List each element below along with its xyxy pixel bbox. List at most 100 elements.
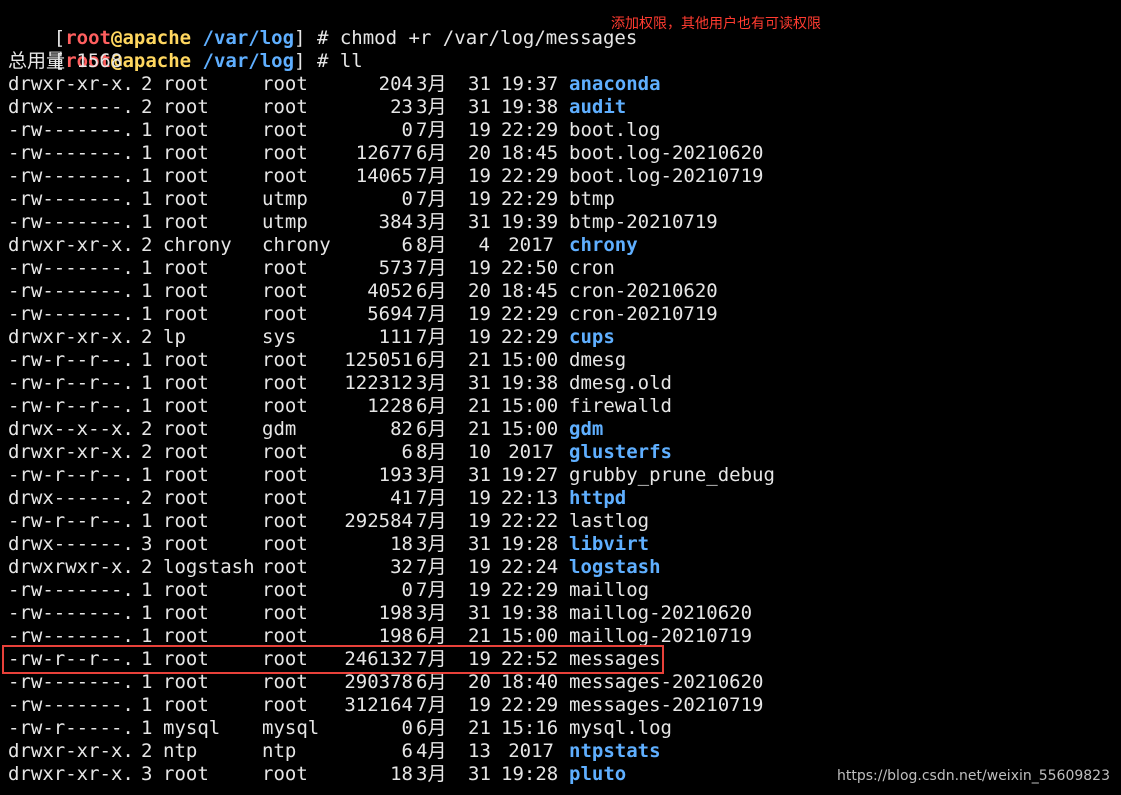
prompt-line-ll: [root@apache /var/log] # ll: [8, 27, 363, 72]
prompt-close-bracket: ]: [294, 50, 306, 72]
file-links-cell: 2: [141, 556, 153, 578]
file-name-cell: lastlog: [569, 510, 650, 532]
file-perm-cell: drwxr-xr-x.: [8, 441, 134, 463]
file-links-cell: 2: [141, 441, 153, 463]
file-size-cell: 14065: [355, 165, 413, 187]
listing-row-boot-log: -rw-------. 1 root root 0 7月 19 22:29 boot.log: [8, 119, 1108, 142]
file-group-cell: root: [262, 625, 308, 647]
listing-row-cron-20210719: -rw-------. 1 root root 5694 7月 19 22:29 cron-20…: [8, 303, 1108, 326]
file-group-cell: root: [262, 579, 308, 601]
file-time-cell: 19:38: [501, 96, 559, 118]
file-owner-cell: chrony: [163, 234, 232, 256]
file-size-cell: 32: [390, 556, 413, 578]
file-perm-cell: drwxr-xr-x.: [8, 740, 134, 762]
file-day-cell: 19: [468, 326, 491, 348]
file-owner-cell: logstash: [163, 556, 255, 578]
file-size-cell: 573: [378, 257, 413, 279]
file-time-cell: 2017: [508, 234, 554, 256]
listing-row-cups: drwxr-xr-x. 2 lp sys 111 7月 19 22:29 cups: [8, 326, 1108, 349]
file-links-cell: 1: [141, 303, 153, 325]
file-perm-cell: drwxr-xr-x.: [8, 326, 134, 348]
file-owner-cell: root: [163, 648, 209, 670]
file-time-cell: 19:38: [501, 602, 559, 624]
file-month-cell: 8月: [416, 441, 447, 463]
file-time-cell: 2017: [508, 441, 554, 463]
file-size-cell: 193: [378, 464, 413, 486]
file-name-cell: libvirt: [569, 533, 650, 555]
file-time-cell: 22:29: [501, 579, 559, 601]
file-group-cell: ntp: [262, 740, 297, 762]
file-group-cell: root: [262, 73, 308, 95]
file-size-cell: 41: [390, 487, 413, 509]
listing-row-ntpstats: drwxr-xr-x. 2 ntp ntp 6 4月 13 2017 ntpstats: [8, 740, 1108, 763]
listing-row-mysql-log: -rw-r-----. 1 mysql mysql 0 6月 21 15:16 mysql.lo…: [8, 717, 1108, 740]
file-month-cell: 3月: [416, 602, 447, 624]
file-group-cell: sys: [262, 326, 297, 348]
file-size-cell: 0: [401, 188, 413, 210]
file-day-cell: 19: [468, 188, 491, 210]
file-name-cell: ntpstats: [569, 740, 661, 762]
file-owner-cell: lp: [163, 326, 186, 348]
file-size-cell: 246132: [344, 648, 413, 670]
file-time-cell: 19:38: [501, 372, 559, 394]
file-name-cell: boot.log: [569, 119, 661, 141]
file-time-cell: 22:52: [501, 648, 559, 670]
file-day-cell: 13: [468, 740, 491, 762]
file-day-cell: 31: [468, 533, 491, 555]
file-owner-cell: root: [163, 763, 209, 785]
file-links-cell: 1: [141, 372, 153, 394]
file-links-cell: 2: [141, 326, 153, 348]
listing-row-messages-20210620: -rw-------. 1 root root 290378 6月 20 18:40 messa…: [8, 671, 1108, 694]
file-day-cell: 19: [468, 119, 491, 141]
file-perm-cell: drwx------.: [8, 487, 134, 509]
file-group-cell: root: [262, 694, 308, 716]
file-size-cell: 6: [401, 441, 413, 463]
file-month-cell: 7月: [416, 648, 447, 670]
file-time-cell: 19:28: [501, 533, 559, 555]
file-month-cell: 6月: [416, 625, 447, 647]
file-size-cell: 198: [378, 602, 413, 624]
file-day-cell: 19: [468, 579, 491, 601]
file-time-cell: 22:22: [501, 510, 559, 532]
file-owner-cell: root: [163, 533, 209, 555]
listing-row-maillog: -rw-------. 1 root root 0 7月 19 22:29 maillog: [8, 579, 1108, 602]
file-perm-cell: -rw-------.: [8, 257, 134, 279]
file-perm-cell: -rw-r--r--.: [8, 510, 134, 532]
file-group-cell: utmp: [262, 211, 308, 233]
file-size-cell: 125051: [344, 349, 413, 371]
command-chmod: chmod +r /var/log/messages: [339, 27, 638, 49]
terminal-window[interactable]: [root@apache /var/log] # chmod +r /var/l…: [0, 0, 1121, 795]
file-links-cell: 1: [141, 648, 153, 670]
file-group-cell: root: [262, 395, 308, 417]
file-name-cell: cups: [569, 326, 615, 348]
file-size-cell: 18: [390, 763, 413, 785]
file-links-cell: 2: [141, 740, 153, 762]
file-group-cell: utmp: [262, 188, 308, 210]
file-name-cell: chrony: [569, 234, 638, 256]
file-day-cell: 31: [468, 763, 491, 785]
file-name-cell: maillog-20210620: [569, 602, 753, 624]
file-links-cell: 1: [141, 625, 153, 647]
annotation-note: 添加权限，其他用户也有可读权限: [611, 16, 821, 32]
file-group-cell: root: [262, 648, 308, 670]
file-links-cell: 1: [141, 510, 153, 532]
file-month-cell: 7月: [416, 257, 447, 279]
file-size-cell: 6: [401, 234, 413, 256]
file-links-cell: 1: [141, 395, 153, 417]
file-day-cell: 21: [468, 395, 491, 417]
file-links-cell: 1: [141, 717, 153, 739]
file-day-cell: 31: [468, 602, 491, 624]
file-size-cell: 292584: [344, 510, 413, 532]
listing-row-btmp: -rw-------. 1 root utmp 0 7月 19 22:29 btmp: [8, 188, 1108, 211]
listing-row-anaconda: drwxr-xr-x. 2 root root 204 3月 31 19:37 anaconda: [8, 73, 1108, 96]
file-links-cell: 2: [141, 73, 153, 95]
file-links-cell: 1: [141, 165, 153, 187]
file-day-cell: 21: [468, 349, 491, 371]
file-group-cell: root: [262, 671, 308, 693]
file-day-cell: 4: [478, 234, 490, 256]
file-name-cell: boot.log-20210620: [569, 142, 764, 164]
file-perm-cell: -rw-------.: [8, 625, 134, 647]
file-time-cell: 22:29: [501, 303, 559, 325]
file-group-cell: root: [262, 372, 308, 394]
total-size-line: 总用量 1568: [8, 50, 123, 72]
